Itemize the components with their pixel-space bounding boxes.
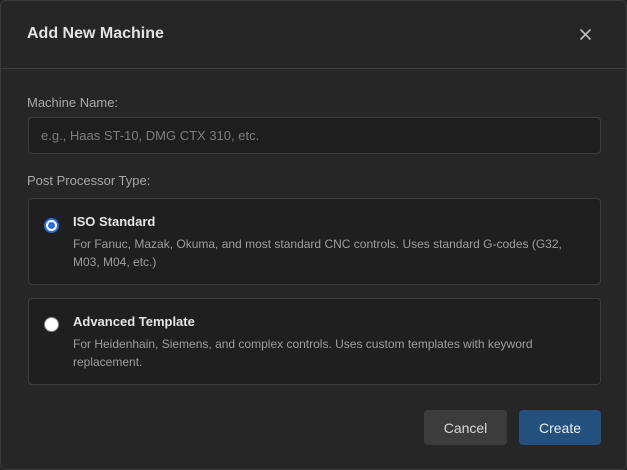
option-iso-standard[interactable]: ISO Standard For Fanuc, Mazak, Okuma, an… <box>28 198 601 285</box>
dialog-title: Add New Machine <box>27 25 164 42</box>
option-description: For Fanuc, Mazak, Okuma, and most standa… <box>73 237 562 269</box>
option-title: ISO Standard <box>73 214 156 229</box>
post-processor-label: Post Processor Type: <box>27 173 151 188</box>
machine-name-input[interactable] <box>28 117 601 154</box>
create-button[interactable]: Create <box>519 410 601 445</box>
option-description: For Heidenhain, Siemens, and complex con… <box>73 337 533 369</box>
cancel-button[interactable]: Cancel <box>424 410 507 445</box>
option-title: Advanced Template <box>73 314 195 329</box>
close-button[interactable] <box>573 22 597 46</box>
close-icon <box>579 28 591 40</box>
dialog-header: Add New Machine <box>1 1 626 69</box>
machine-name-label: Machine Name: <box>27 95 119 110</box>
add-machine-dialog: Add New Machine Machine Name: Post Proce… <box>0 0 627 470</box>
iso-standard-radio[interactable] <box>44 218 59 233</box>
option-advanced-template[interactable]: Advanced Template For Heidenhain, Siemen… <box>28 298 601 385</box>
advanced-template-radio[interactable] <box>44 317 59 332</box>
